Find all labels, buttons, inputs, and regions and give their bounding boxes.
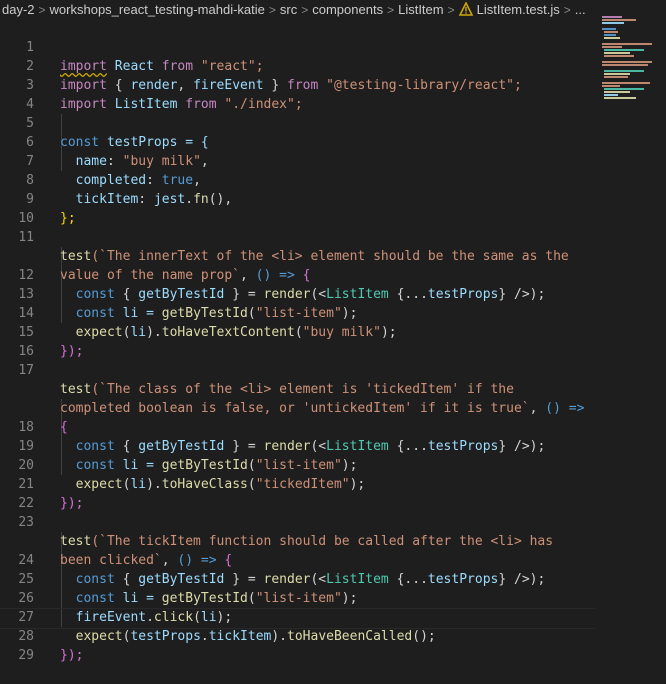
- chevron-right-icon: >: [563, 3, 571, 17]
- chevron-right-icon: >: [301, 3, 309, 17]
- line-number: 29: [18, 648, 34, 663]
- code-line: 15 });: [0, 304, 600, 359]
- code-line: 8 tickItem: jest.fn(),: [0, 152, 600, 207]
- breadcrumb-item[interactable]: src: [280, 2, 297, 17]
- code-line-wrapped: been clicked`, () => {: [60, 553, 233, 568]
- code-line: 20 expect(li).toHaveClass("tickedItem");: [0, 437, 600, 492]
- code-line-wrapped: completed boolean is false, or 'unticked…: [60, 401, 585, 416]
- breadcrumb-more[interactable]: ...: [575, 2, 586, 17]
- code-line: 18 const { getByTestId } = render(<ListI…: [0, 399, 600, 454]
- code-line: 29: [0, 627, 600, 663]
- chevron-right-icon: >: [268, 3, 276, 17]
- code-line: 2 import { render, fireEvent } from "@te…: [0, 38, 600, 93]
- code-line: 4: [0, 76, 600, 112]
- code-line: 9 };: [0, 171, 600, 226]
- minimap[interactable]: [600, 14, 666, 104]
- code-line: 22: [0, 475, 600, 511]
- breadcrumb-item[interactable]: components: [312, 2, 383, 17]
- chevron-right-icon: >: [38, 3, 46, 17]
- breadcrumb-item[interactable]: workshops_react_testing-mahdi-katie: [50, 2, 265, 17]
- breadcrumb-item[interactable]: ListItem: [398, 2, 444, 17]
- code-line: 7 completed: true,: [0, 133, 600, 188]
- code-line: 6 name: "buy milk",: [0, 114, 600, 169]
- breadcrumb-item[interactable]: day-2: [2, 2, 35, 17]
- code-line: 14 expect(li).toHaveTextContent("buy mil…: [0, 285, 600, 340]
- code-line: 19 const li = getByTestId("list-item");: [0, 418, 600, 473]
- code-line: 1 import React from "react";: [0, 19, 600, 74]
- code-line: 11 test(`The innerText of the <li> eleme…: [0, 209, 600, 264]
- code-line: 16: [0, 323, 600, 359]
- code-line: 23 test(`The tickItem function should be…: [0, 494, 600, 549]
- code-line: 13 const li = getByTestId("list-item");: [0, 266, 600, 321]
- code-line: 26 fireEvent.click(li);: [0, 570, 600, 625]
- breadcrumb: day-2 > workshops_react_testing-mahdi-kati…: [0, 0, 602, 19]
- code-line: 17 test(`The class of the <li> element i…: [0, 342, 600, 397]
- code-line: 12 const { getByTestId } = render(<ListI…: [0, 247, 600, 302]
- code-line: 24 const { getByTestId } = render(<ListI…: [0, 532, 600, 587]
- code-line: 27 expect(testProps.tickItem).toHaveBeen…: [0, 589, 600, 644]
- chevron-right-icon: >: [447, 3, 455, 17]
- code-line: 28 });: [0, 608, 600, 663]
- code-editor[interactable]: 1 import React from "react"; 2 import { …: [0, 19, 600, 663]
- breadcrumb-file[interactable]: ListItem.test.js: [477, 2, 560, 17]
- code-line: 5 const testProps = {: [0, 95, 600, 150]
- code-line-wrapped: value of the name prop`, () => {: [60, 268, 311, 283]
- code-line-wrapped: {: [60, 420, 68, 435]
- code-line: 10: [0, 190, 600, 226]
- chevron-right-icon: >: [387, 3, 395, 17]
- code-line: 21 });: [0, 456, 600, 511]
- code-line: 3 import ListItem from "./index";: [0, 57, 600, 112]
- code-line: 25 const li = getByTestId("list-item");: [0, 551, 600, 606]
- warning-test-file-icon: [458, 2, 473, 16]
